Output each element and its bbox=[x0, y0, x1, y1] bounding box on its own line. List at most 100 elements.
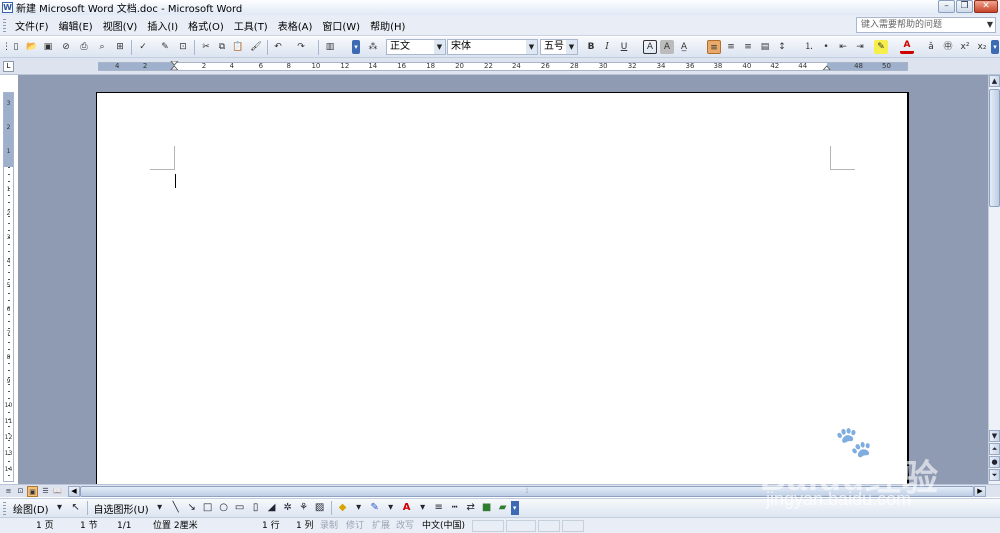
diagram-icon[interactable]: ✲ bbox=[280, 501, 296, 515]
toolbar-options-icon[interactable]: ▾ bbox=[991, 40, 999, 54]
horizontal-scroll-thumb[interactable]: ⦙ bbox=[80, 486, 974, 497]
toolbar-options-icon[interactable]: ▾ bbox=[510, 501, 519, 515]
vertical-text-box-icon[interactable]: ▯ bbox=[248, 501, 264, 515]
menu-tools[interactable]: 工具(T) bbox=[229, 18, 273, 33]
font-color-icon[interactable]: A bbox=[399, 501, 415, 515]
highlight-icon[interactable]: ✎ bbox=[874, 40, 888, 54]
previous-page-icon[interactable]: ⏶ bbox=[989, 443, 1000, 455]
paste-icon[interactable]: 📋 bbox=[231, 40, 245, 54]
format-painter-icon[interactable]: 🖌 bbox=[249, 40, 263, 54]
subscript-icon[interactable]: x₂ bbox=[975, 40, 989, 54]
chevron-down-icon[interactable]: ▾ bbox=[383, 501, 399, 515]
tab-selector[interactable]: L bbox=[3, 61, 14, 72]
draw-menu-button[interactable]: 绘图(D) bbox=[10, 501, 52, 516]
outline-view-icon[interactable]: ☰ bbox=[40, 486, 51, 497]
clip-art-icon[interactable]: ⚘ bbox=[296, 501, 312, 515]
restore-icon[interactable]: ❐ bbox=[956, 0, 973, 13]
open-icon[interactable]: 📂 bbox=[25, 40, 39, 54]
scroll-up-icon[interactable]: ▲ bbox=[989, 75, 1000, 87]
chevron-down-icon[interactable]: ▾ bbox=[152, 501, 168, 515]
text-box-icon[interactable]: ▭ bbox=[232, 501, 248, 515]
menubar-grip[interactable] bbox=[3, 18, 6, 32]
menu-view[interactable]: 视图(V) bbox=[98, 18, 143, 33]
chevron-down-icon[interactable]: ▾ bbox=[351, 501, 367, 515]
minimize-icon[interactable]: – bbox=[938, 0, 955, 13]
char-shading-button[interactable]: A bbox=[660, 40, 674, 54]
print-icon[interactable]: ⎙ bbox=[77, 40, 91, 54]
chevron-down-icon[interactable]: ▼ bbox=[526, 40, 537, 54]
columns-icon[interactable]: ▥ bbox=[323, 40, 337, 54]
undo-icon[interactable]: ↶ bbox=[271, 40, 285, 54]
chevron-down-icon[interactable]: ▼ bbox=[566, 40, 577, 54]
3d-icon[interactable]: ▰ bbox=[495, 501, 511, 515]
horizontal-scrollbar[interactable]: ◀ ⦙ ▶ bbox=[68, 486, 986, 497]
line-icon[interactable]: ╲ bbox=[168, 501, 184, 515]
bullets-icon[interactable]: • bbox=[819, 40, 833, 54]
redo-icon[interactable]: ↷ bbox=[294, 40, 308, 54]
menu-file[interactable]: 文件(F) bbox=[10, 18, 54, 33]
oval-icon[interactable]: ○ bbox=[216, 501, 232, 515]
shadow-icon[interactable]: ■ bbox=[479, 501, 495, 515]
permission-icon[interactable]: ⊘ bbox=[59, 40, 73, 54]
menu-edit[interactable]: 编辑(E) bbox=[54, 18, 98, 33]
copy-icon[interactable]: ⧉ bbox=[215, 40, 229, 54]
horizontal-ruler[interactable]: 4 2 2 4 6 8 10 12 14 16 18 20 22 24 26 2… bbox=[98, 61, 908, 71]
document-page[interactable] bbox=[96, 92, 909, 484]
menu-format[interactable]: 格式(O) bbox=[183, 18, 229, 33]
font-color-icon[interactable]: A bbox=[900, 40, 914, 54]
bold-button[interactable]: B bbox=[584, 40, 598, 54]
phonetic-guide-icon[interactable]: ǎ bbox=[924, 40, 938, 54]
status-overtype[interactable]: 改写 bbox=[396, 520, 414, 532]
autoshapes-menu-button[interactable]: 自选图形(U) bbox=[91, 501, 152, 516]
arrow-style-icon[interactable]: ⇄ bbox=[463, 501, 479, 515]
research-icon[interactable]: ⊞ bbox=[113, 40, 127, 54]
chevron-down-icon[interactable]: ▼ bbox=[987, 18, 993, 32]
web-layout-icon[interactable]: ⊡ bbox=[15, 486, 26, 497]
chevron-down-icon[interactable]: ▾ bbox=[52, 501, 68, 515]
arrow-icon[interactable]: ↘ bbox=[184, 501, 200, 515]
scroll-down-icon[interactable]: ▼ bbox=[989, 430, 1000, 442]
help-search-input[interactable]: 键入需要帮助的问题 ▼ bbox=[856, 17, 996, 33]
underline-button[interactable]: U bbox=[617, 40, 631, 54]
center-icon[interactable]: ≡ bbox=[724, 40, 738, 54]
chevron-down-icon[interactable]: ▼ bbox=[434, 40, 445, 54]
save-icon[interactable]: ▣ bbox=[41, 40, 55, 54]
chevron-down-icon[interactable]: ▾ bbox=[415, 501, 431, 515]
toolbar-options-icon[interactable]: ▾ bbox=[352, 40, 360, 54]
fill-color-icon[interactable]: ◆ bbox=[335, 501, 351, 515]
normal-view-icon[interactable]: ≡ bbox=[3, 486, 14, 497]
menu-table[interactable]: 表格(A) bbox=[273, 18, 318, 33]
wordart-icon[interactable]: ◢ bbox=[264, 501, 280, 515]
numbering-icon[interactable]: ⒈ bbox=[802, 40, 816, 54]
line-color-icon[interactable]: ✎ bbox=[367, 501, 383, 515]
word-app-icon[interactable]: W bbox=[2, 2, 13, 13]
drawbar-grip[interactable] bbox=[3, 501, 6, 515]
scale-icon[interactable]: A̲ bbox=[677, 40, 691, 54]
line-style-icon[interactable]: ≡ bbox=[431, 501, 447, 515]
decrease-indent-icon[interactable]: ⇤ bbox=[836, 40, 850, 54]
rectangle-icon[interactable]: □ bbox=[200, 501, 216, 515]
menu-insert[interactable]: 插入(I) bbox=[142, 18, 183, 33]
style-select[interactable]: 正文 ▼ bbox=[386, 39, 446, 55]
align-left-icon[interactable]: ≡ bbox=[707, 40, 721, 54]
print-layout-icon[interactable]: ▣ bbox=[27, 486, 38, 497]
close-icon[interactable]: ✕ bbox=[974, 0, 998, 13]
picture-icon[interactable]: ▨ bbox=[312, 501, 328, 515]
spelling-icon[interactable]: ✓ bbox=[136, 40, 150, 54]
vertical-scroll-thumb[interactable] bbox=[989, 89, 1000, 207]
cut-icon[interactable]: ✂ bbox=[199, 40, 213, 54]
print-preview-icon[interactable]: ⌕ bbox=[95, 40, 109, 54]
menu-help[interactable]: 帮助(H) bbox=[365, 18, 410, 33]
char-border-button[interactable]: A bbox=[643, 40, 657, 54]
menu-window[interactable]: 窗口(W) bbox=[317, 18, 365, 33]
next-page-icon[interactable]: ⏷ bbox=[989, 469, 1000, 481]
new-icon[interactable]: ▯ bbox=[9, 40, 23, 54]
enclose-characters-icon[interactable]: ㊥ bbox=[941, 40, 955, 54]
format-inspect-icon[interactable]: ⊡ bbox=[176, 40, 190, 54]
line-spacing-icon[interactable]: ↕ bbox=[775, 40, 789, 54]
scroll-left-icon[interactable]: ◀ bbox=[68, 486, 80, 497]
increase-indent-icon[interactable]: ⇥ bbox=[853, 40, 867, 54]
status-track-changes[interactable]: 修订 bbox=[346, 520, 364, 532]
vertical-ruler[interactable]: 3 2 1 1 2 3 4 5 6 7 8 9 10 11 12 13 14 bbox=[3, 92, 14, 482]
font-select[interactable]: 宋体 ▼ bbox=[447, 39, 538, 55]
